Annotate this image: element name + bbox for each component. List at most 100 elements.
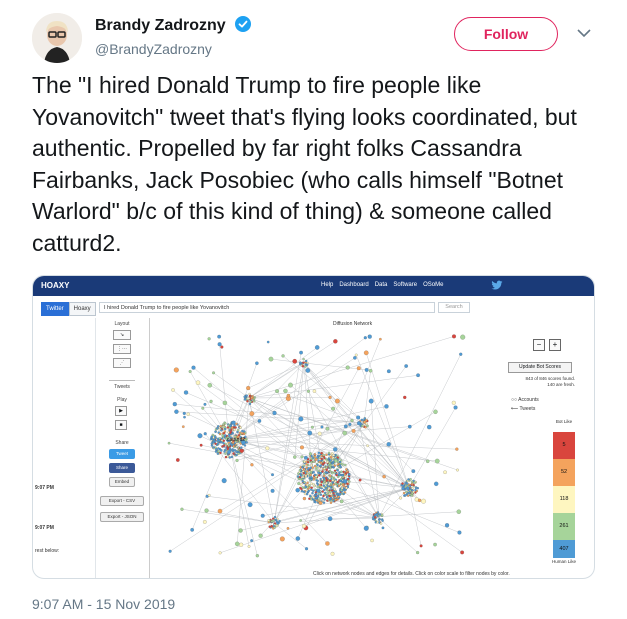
network-node <box>248 402 252 406</box>
network-node <box>378 513 382 516</box>
network-node <box>382 474 386 479</box>
list-note: rest below: <box>35 548 60 554</box>
network-node <box>234 426 237 429</box>
diffusion-network-graph: catturd2 <box>167 334 466 558</box>
pause-icon: ■ <box>115 420 127 430</box>
network-node <box>325 481 328 485</box>
network-node <box>302 472 305 475</box>
network-node <box>247 502 253 508</box>
network-node <box>222 439 226 442</box>
network-node <box>320 461 323 465</box>
network-node <box>207 337 211 341</box>
tweets-label: Tweets <box>114 384 130 390</box>
network-node <box>241 429 244 433</box>
author-avatar[interactable] <box>32 13 82 63</box>
network-node <box>408 491 411 494</box>
network-node <box>401 484 405 487</box>
author-name-row[interactable]: Brandy Zadrozny <box>95 16 252 35</box>
network-node <box>235 453 238 457</box>
network-node <box>270 524 273 528</box>
network-node <box>301 523 307 529</box>
network-node <box>293 455 297 459</box>
network-node <box>368 398 374 404</box>
legend-accounts: ○○ Accounts <box>511 397 539 403</box>
network-node <box>310 425 314 429</box>
search-query: I hired Donald Trump to fire people like… <box>99 302 435 313</box>
network-node <box>214 430 217 433</box>
network-node <box>313 493 317 497</box>
network-node <box>312 496 315 499</box>
network-node <box>230 455 234 459</box>
network-node <box>221 478 227 484</box>
network-node <box>326 495 329 499</box>
network-node <box>260 513 265 518</box>
network-edge <box>228 439 258 556</box>
network-node <box>250 463 254 467</box>
network-node <box>216 427 219 430</box>
network-node <box>171 388 175 392</box>
network-node <box>363 350 369 356</box>
network-node <box>317 459 320 462</box>
network-node <box>217 334 222 339</box>
network-node <box>249 411 255 416</box>
network-node <box>216 452 220 455</box>
layout-compact-icon: ⋮⋯ <box>113 344 131 354</box>
network-node <box>316 463 319 467</box>
source-tabs: Twitter Hoaxy <box>41 302 96 316</box>
search-button: Search <box>438 302 470 313</box>
legend-accounts-label: Accounts <box>518 397 539 403</box>
network-node <box>325 457 328 461</box>
network-node <box>305 368 311 373</box>
network-edge <box>213 372 250 399</box>
network-node <box>318 466 321 470</box>
author-name[interactable]: Brandy Zadrozny <box>95 17 226 34</box>
network-node <box>407 424 412 429</box>
network-node <box>220 429 223 432</box>
network-node <box>339 465 342 469</box>
network-node <box>353 356 357 360</box>
tweet-text: The "I hired Donald Trump to fire people… <box>32 72 577 256</box>
network-node <box>310 478 313 481</box>
chevron-down-icon[interactable] <box>576 26 592 40</box>
network-node <box>314 477 318 480</box>
network-node <box>301 475 305 479</box>
network-node <box>313 473 317 477</box>
nav-osome: OSoMe <box>423 282 444 288</box>
network-node <box>364 426 367 429</box>
tweet-timestamp[interactable]: 9:07 AM - 15 Nov 2019 <box>32 596 175 612</box>
network-node <box>329 501 333 504</box>
network-node <box>329 497 333 501</box>
network-node <box>224 455 228 459</box>
network-node <box>173 367 179 373</box>
network-node <box>330 551 335 556</box>
network-node <box>341 463 345 466</box>
network-node <box>328 477 331 480</box>
network-node <box>322 474 326 478</box>
network-node <box>427 424 432 430</box>
network-node <box>337 484 341 488</box>
nav-dashboard: Dashboard <box>339 282 369 288</box>
network-node <box>224 422 227 425</box>
network-node <box>203 402 207 406</box>
scale-bottom-label: Human Like <box>551 559 576 564</box>
network-node <box>240 432 244 435</box>
network-node <box>386 442 391 447</box>
zoom-out-button: − <box>533 339 545 351</box>
network-node <box>275 520 279 524</box>
network-node <box>332 483 335 486</box>
tweet-image[interactable]: HOAXY Help Dashboard Data Software OSoMe… <box>32 275 595 579</box>
network-node <box>266 340 270 344</box>
network-node <box>340 470 343 473</box>
follow-button[interactable]: Follow <box>454 17 558 51</box>
network-node <box>399 496 403 500</box>
network-node <box>298 416 304 422</box>
network-node <box>327 498 330 501</box>
network-node <box>310 463 313 467</box>
network-node <box>219 425 222 428</box>
network-node <box>217 342 222 347</box>
network-node <box>337 495 340 499</box>
network-edge <box>248 336 455 399</box>
network-node <box>172 402 177 407</box>
author-handle[interactable]: @BrandyZadrozny <box>95 41 212 57</box>
network-node <box>342 479 347 484</box>
